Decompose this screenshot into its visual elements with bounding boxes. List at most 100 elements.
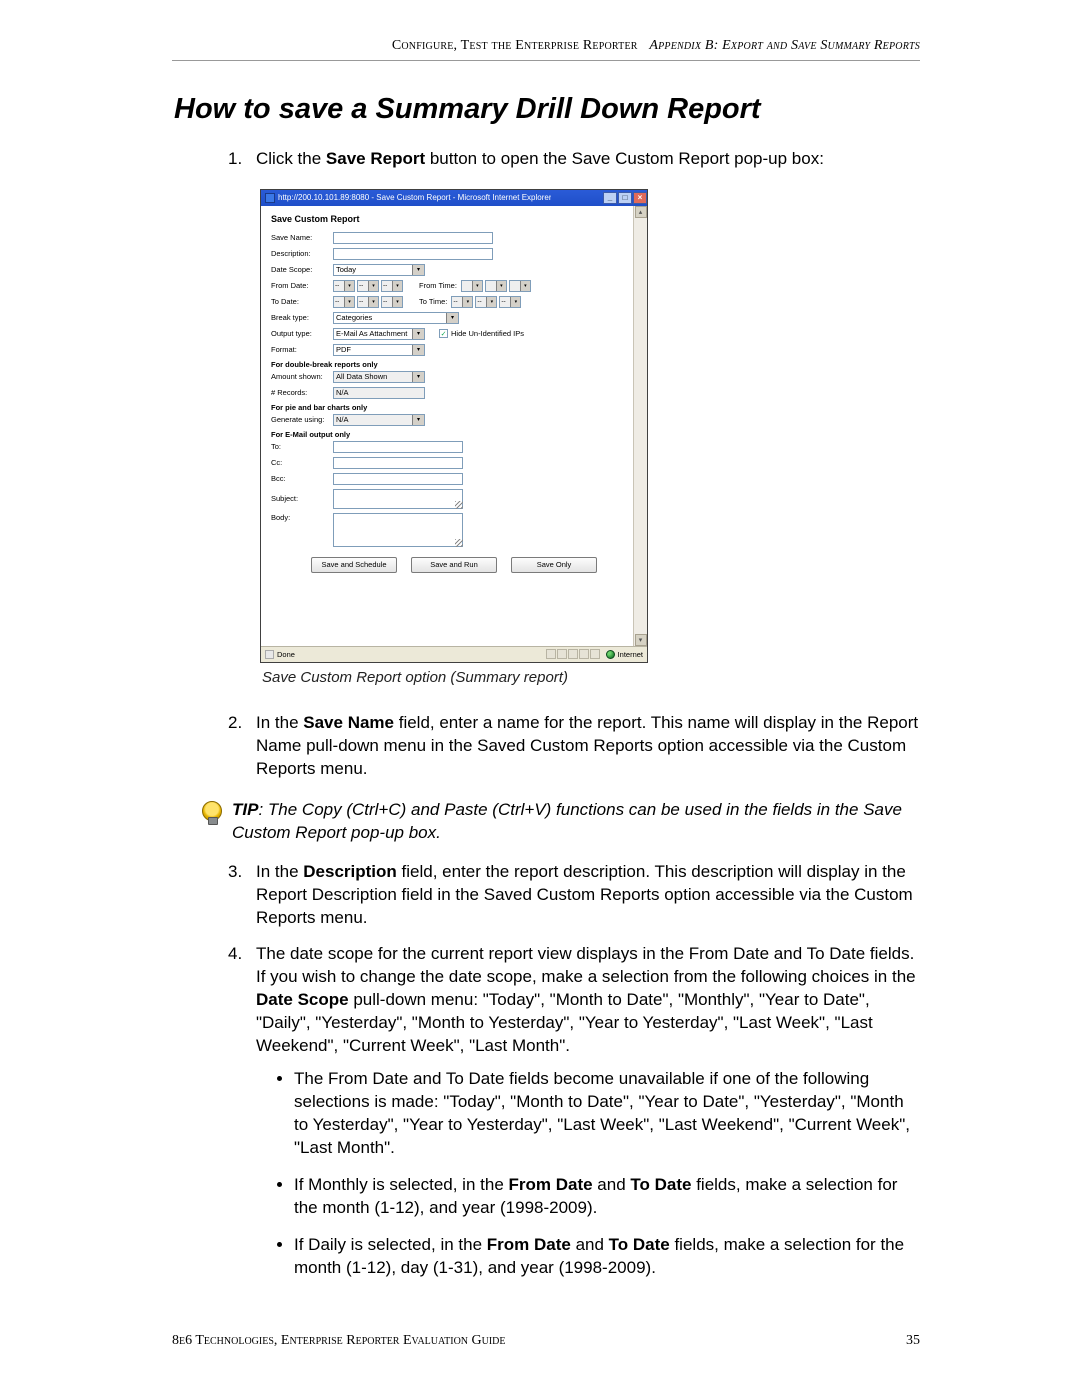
description-input[interactable]	[333, 248, 493, 260]
step-number: 4.	[228, 943, 256, 1058]
page-number: 35	[906, 1333, 920, 1349]
to-date-y[interactable]: --	[381, 296, 403, 308]
to-time-s[interactable]: --	[499, 296, 521, 308]
ie-app-icon	[265, 193, 275, 203]
hide-ips-checkbox[interactable]: ✓Hide Un-Identified IPs	[439, 329, 524, 338]
email-body-textarea[interactable]	[333, 513, 463, 547]
email-cc-input[interactable]	[333, 457, 463, 469]
to-date-m[interactable]: --	[333, 296, 355, 308]
vertical-scrollbar[interactable]: ▴ ▾	[633, 206, 647, 646]
scroll-down-icon[interactable]: ▾	[635, 634, 647, 646]
label-from-time: From Time:	[419, 281, 457, 290]
internet-zone-icon	[606, 650, 615, 659]
status-done-icon	[265, 650, 274, 659]
format-select[interactable]: PDF	[333, 344, 425, 356]
label-body: Body:	[271, 513, 333, 522]
label-output-type: Output type:	[271, 329, 333, 338]
from-time-h[interactable]	[461, 280, 483, 292]
window-title: http://200.10.101.89:8080 - Save Custom …	[278, 193, 551, 202]
chevron-down-icon	[412, 415, 424, 425]
minimize-icon[interactable]: _	[603, 192, 617, 204]
running-header-left: Configure, Test the Enterprise Reporter	[392, 38, 638, 54]
email-to-input[interactable]	[333, 441, 463, 453]
dialog-title: Save Custom Report	[271, 214, 637, 224]
to-time-m[interactable]: --	[475, 296, 497, 308]
label-format: Format:	[271, 345, 333, 354]
step-body: In the Save Name field, enter a name for…	[256, 712, 920, 781]
from-time-m[interactable]	[485, 280, 507, 292]
resize-handle-icon[interactable]	[455, 501, 463, 509]
save-name-input[interactable]	[333, 232, 493, 244]
page-title: How to save a Summary Drill Down Report	[174, 93, 920, 126]
screenshot-figure: http://200.10.101.89:8080 - Save Custom …	[260, 189, 648, 686]
from-time-s[interactable]	[509, 280, 531, 292]
tip-callout: TIP: The Copy (Ctrl+C) and Paste (Ctrl+V…	[202, 799, 920, 845]
chevron-down-icon	[412, 345, 424, 355]
label-bcc: Bcc:	[271, 474, 333, 483]
dialog-buttons: Save and Schedule Save and Run Save Only	[271, 557, 637, 573]
step-3: 3. In the Description field, enter the r…	[228, 861, 920, 930]
num-records-input[interactable]: N/A	[333, 387, 425, 399]
label-to-date: To Date:	[271, 297, 333, 306]
save-only-button[interactable]: Save Only	[511, 557, 597, 573]
checkbox-icon: ✓	[439, 329, 448, 338]
running-header-right: Appendix B: Export and Save Summary Repo…	[649, 38, 920, 54]
amount-shown-select[interactable]: All Data Shown	[333, 371, 425, 383]
header-rule	[172, 60, 920, 61]
label-break-type: Break type:	[271, 313, 333, 322]
output-type-select[interactable]: E-Mail As Attachment	[333, 328, 425, 340]
chevron-down-icon	[446, 313, 458, 323]
step-number: 1.	[228, 148, 256, 171]
from-date-m[interactable]: --	[333, 280, 355, 292]
bullet-item: If Monthly is selected, in the From Date…	[294, 1174, 920, 1220]
step-1: 1. Click the Save Report button to open …	[228, 148, 920, 171]
to-time-h[interactable]: --	[451, 296, 473, 308]
email-bcc-input[interactable]	[333, 473, 463, 485]
lightbulb-icon	[202, 801, 222, 821]
step-number: 3.	[228, 861, 256, 930]
save-and-schedule-button[interactable]: Save and Schedule	[311, 557, 397, 573]
status-zone-text: Internet	[618, 650, 643, 659]
step-body: Click the Save Report button to open the…	[256, 148, 920, 171]
from-date-d[interactable]: --	[357, 280, 379, 292]
resize-handle-icon[interactable]	[455, 539, 463, 547]
label-to: To:	[271, 442, 333, 451]
label-from-date: From Date:	[271, 281, 333, 290]
generate-using-select[interactable]: N/A	[333, 414, 425, 426]
email-subject-input[interactable]	[333, 489, 463, 509]
date-scope-select[interactable]: Today	[333, 264, 425, 276]
to-date-d[interactable]: --	[357, 296, 379, 308]
label-subject: Subject:	[271, 494, 333, 503]
chevron-down-icon	[412, 265, 424, 275]
step-4: 4. The date scope for the current report…	[228, 943, 920, 1058]
bullet-item: If Daily is selected, in the From Date a…	[294, 1234, 920, 1280]
step-4-bullets: The From Date and To Date fields become …	[280, 1068, 920, 1280]
label-amount-shown: Amount shown:	[271, 372, 333, 381]
ie-titlebar: http://200.10.101.89:8080 - Save Custom …	[261, 190, 647, 206]
ie-window: http://200.10.101.89:8080 - Save Custom …	[260, 189, 648, 663]
window-controls: _ □ ×	[602, 192, 647, 204]
from-date-y[interactable]: --	[381, 280, 403, 292]
label-save-name: Save Name:	[271, 233, 333, 242]
status-done-text: Done	[277, 650, 295, 659]
save-and-run-button[interactable]: Save and Run	[411, 557, 497, 573]
section-pie-bar: For pie and bar charts only	[271, 403, 637, 412]
step-number: 2.	[228, 712, 256, 781]
step-body: In the Description field, enter the repo…	[256, 861, 920, 930]
scroll-up-icon[interactable]: ▴	[635, 206, 647, 218]
ie-client-area: ▴ ▾ Save Custom Report Save Name: Descri…	[261, 206, 647, 646]
step-body: The date scope for the current report vi…	[256, 943, 920, 1058]
section-email-only: For E-Mail output only	[271, 430, 637, 439]
chevron-down-icon	[412, 372, 424, 382]
page-footer: 8e6 Technologies, Enterprise Reporter Ev…	[172, 1333, 920, 1349]
status-progress-cells	[546, 649, 600, 659]
maximize-icon[interactable]: □	[618, 192, 632, 204]
chevron-down-icon	[412, 329, 424, 339]
figure-caption: Save Custom Report option (Summary repor…	[262, 669, 648, 686]
break-type-select[interactable]: Categories	[333, 312, 459, 324]
label-date-scope: Date Scope:	[271, 265, 333, 274]
label-description: Description:	[271, 249, 333, 258]
label-num-records: # Records:	[271, 388, 333, 397]
tip-text: TIP: The Copy (Ctrl+C) and Paste (Ctrl+V…	[232, 799, 920, 845]
close-icon[interactable]: ×	[633, 192, 647, 204]
